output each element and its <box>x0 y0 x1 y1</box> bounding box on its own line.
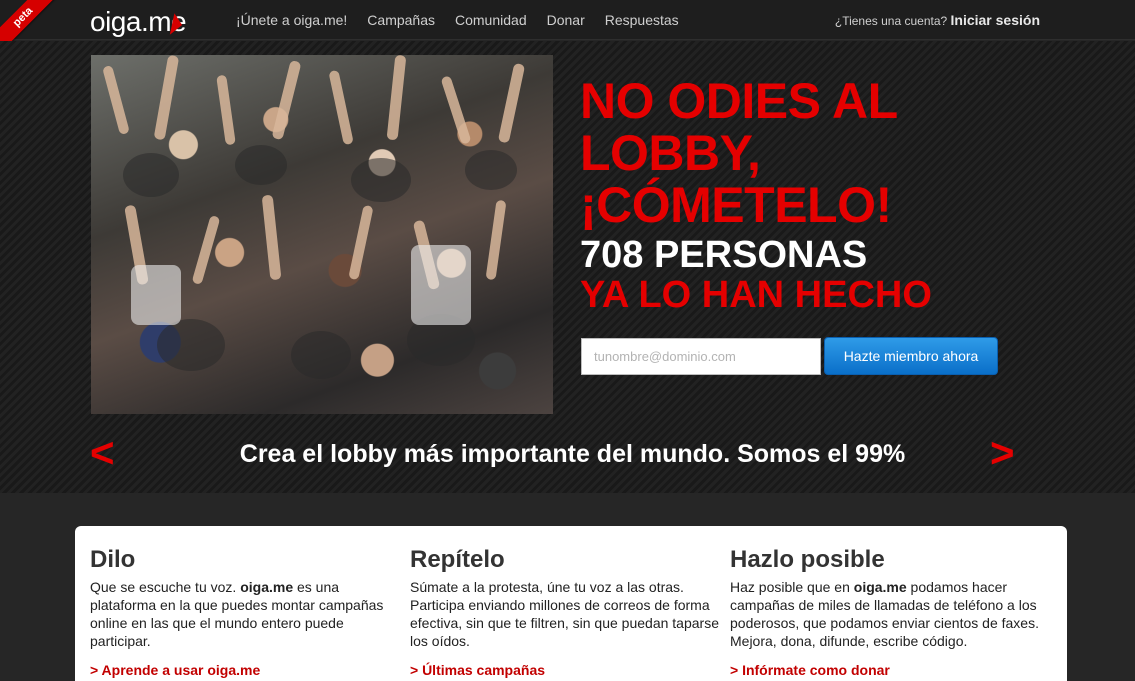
carousel-next-arrow-icon[interactable]: > <box>990 431 1015 475</box>
feature-description: Haz posible que en oiga.me podamos hacer… <box>730 579 1039 649</box>
feature-description: Súmate a la protesta, úne tu voz a las o… <box>410 579 719 649</box>
account-area: ¿Tienes una cuenta? Iniciar sesión <box>835 0 1040 40</box>
crowd-illustration <box>103 55 525 379</box>
nav-item-join[interactable]: ¡Únete a oiga.me! <box>236 0 347 40</box>
main-nav: ¡Únete a oiga.me! Campañas Comunidad Don… <box>236 0 699 40</box>
supporters-count-subtitle: YA LO HAN HECHO <box>580 274 932 316</box>
nav-item-community[interactable]: Comunidad <box>455 0 527 40</box>
login-link[interactable]: Iniciar sesión <box>951 12 1040 28</box>
feature-description: Que se escuche tu voz. oiga.me es una pl… <box>90 579 384 649</box>
logo-text-main: oiga <box>90 6 141 37</box>
nav-item-donate[interactable]: Donar <box>547 0 585 40</box>
feature-title: Hazlo posible <box>730 546 885 573</box>
protest-crowd-photo <box>91 55 553 414</box>
feature-title: Dilo <box>90 546 136 573</box>
top-navigation-bar: peta oiga.me ¡Únete a oiga.me! Campañas … <box>0 0 1135 56</box>
feature-column-dilo: Dilo Que se escuche tu voz. oiga.me es u… <box>90 546 400 678</box>
donate-info-link[interactable]: > Infórmate como donar <box>730 662 1040 678</box>
feature-column-repitelo: Repítelo Súmate a la protesta, úne tu vo… <box>410 546 720 678</box>
supporters-count: 708 PERSONAS <box>580 234 868 276</box>
hero-section: NO ODIES AL LOBBY, ¡CÓMETELO! 708 PERSON… <box>0 41 1135 493</box>
hero-slogan: Crea el lobby más importante del mundo. … <box>239 440 906 468</box>
latest-campaigns-link[interactable]: > Últimas campañas <box>410 662 720 678</box>
feature-title: Repítelo <box>410 546 505 573</box>
learn-oiga-me-link[interactable]: > Aprende a usar oiga.me <box>90 662 400 678</box>
join-now-button[interactable]: Hazte miembro ahora <box>824 337 998 375</box>
account-prompt: ¿Tienes una cuenta? <box>834 14 948 28</box>
nav-item-campaigns[interactable]: Campañas <box>367 0 435 40</box>
feature-column-hazlo-posible: Hazlo posible Haz posible que en oiga.me… <box>730 546 1040 678</box>
features-panel: Dilo Que se escuche tu voz. oiga.me es u… <box>75 526 1067 681</box>
nav-item-answers[interactable]: Respuestas <box>605 0 679 40</box>
hero-headline: NO ODIES AL LOBBY, ¡CÓMETELO! <box>580 73 897 233</box>
email-input[interactable] <box>581 338 821 375</box>
